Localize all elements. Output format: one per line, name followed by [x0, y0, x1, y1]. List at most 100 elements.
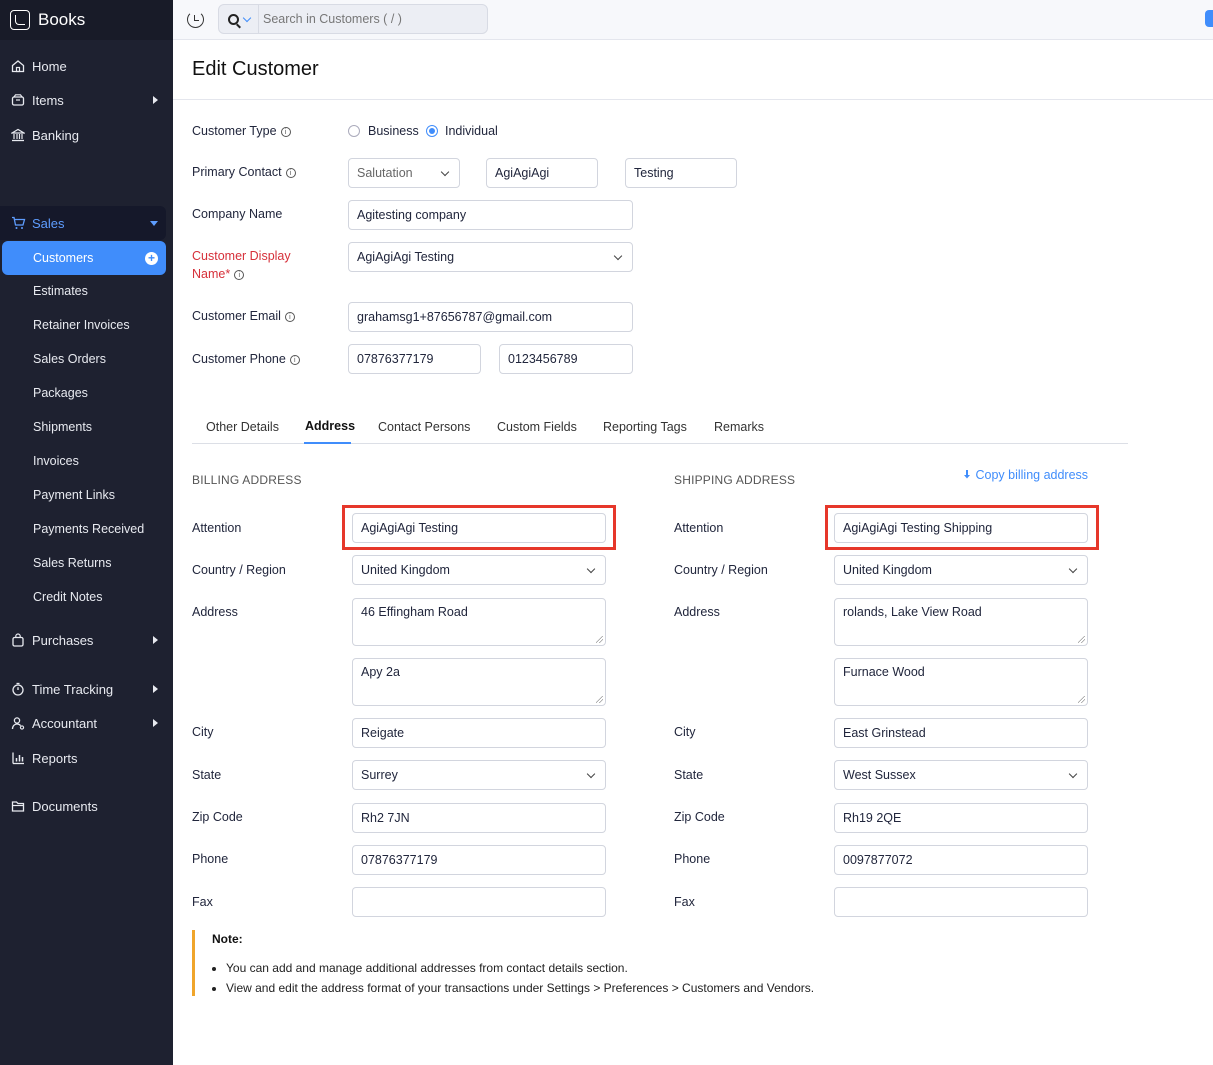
nav-item-purchases[interactable]: Purchases	[0, 623, 173, 657]
sidebar-item-payment-links[interactable]: Payment Links	[0, 478, 166, 512]
sidebar-item-sales-orders[interactable]: Sales Orders	[0, 342, 166, 376]
sidebar-item-label: Estimates	[33, 284, 88, 298]
mobile-phone-field[interactable]: 0123456789	[499, 344, 633, 374]
nav-label-home: Home	[32, 58, 67, 74]
brand-name: Books	[38, 10, 86, 29]
billing-street1-field[interactable]: 46 Effingham Road	[352, 598, 606, 646]
customer-type-label-text: Customer Type	[192, 124, 277, 138]
home-icon	[10, 58, 26, 74]
display-name-label: Customer Display Name* i	[192, 247, 291, 283]
nav-item-banking[interactable]: Banking	[0, 118, 173, 152]
sidebar-item-credit-notes[interactable]: Credit Notes	[0, 580, 166, 614]
billing-city-field[interactable]: Reigate	[352, 718, 606, 748]
shipping-fax-label: Fax	[674, 895, 695, 909]
nav-label-accountant: Accountant	[32, 715, 98, 731]
nav-item-sales[interactable]: Sales	[0, 206, 173, 240]
customer-email-label-text: Customer Email	[192, 309, 281, 323]
billing-phone-field[interactable]: 07876377179	[352, 845, 606, 875]
shipping-street2-field[interactable]: Furnace Wood	[834, 658, 1088, 706]
shipping-zip-field[interactable]: Rh19 2QE	[834, 803, 1088, 833]
nav-label-documents: Documents	[32, 798, 98, 814]
shipping-zip-label: Zip Code	[674, 810, 725, 824]
sidebar: Books Home Items Banking Sales Customers…	[0, 0, 173, 1065]
recent-history-icon[interactable]	[187, 11, 204, 28]
shipping-street1-field[interactable]: rolands, Lake View Road	[834, 598, 1088, 646]
nav-item-accountant[interactable]: Accountant	[0, 706, 173, 740]
sidebar-item-label: Sales Returns	[33, 556, 112, 570]
items-icon	[10, 92, 26, 108]
radio-individual[interactable]	[426, 125, 438, 137]
billing-country-label: Country / Region	[192, 563, 286, 577]
note-title: Note:	[212, 932, 243, 946]
nav-item-documents[interactable]: Documents	[0, 789, 173, 823]
add-customer-icon[interactable]: +	[145, 251, 158, 265]
radio-business[interactable]	[348, 125, 360, 137]
shipping-attention-label: Attention	[674, 521, 724, 535]
billing-address-title: BILLING ADDRESS	[192, 473, 302, 487]
shipping-city-field[interactable]: East Grinstead	[834, 718, 1088, 748]
quick-create-button[interactable]	[1205, 10, 1213, 27]
last-name-field[interactable]: Testing	[625, 158, 737, 188]
nav-item-time-tracking[interactable]: Time Tracking	[0, 672, 173, 706]
info-icon[interactable]: i	[284, 311, 295, 322]
work-phone-field[interactable]: 07876377179	[348, 344, 481, 374]
address-note: Note: You can add and manage additional …	[192, 930, 892, 996]
search-input[interactable]	[259, 12, 479, 26]
display-name-label-text: Name*	[192, 267, 231, 281]
tab-reporting-tags[interactable]: Reporting Tags	[603, 420, 687, 434]
tab-remarks[interactable]: Remarks	[714, 420, 764, 434]
note-list: You can add and manage additional addres…	[226, 961, 814, 1001]
sidebar-item-sales-returns[interactable]: Sales Returns	[0, 546, 166, 580]
sidebar-item-estimates[interactable]: Estimates	[0, 274, 166, 308]
company-name-field[interactable]: Agitesting company	[348, 200, 633, 230]
nav-item-items[interactable]: Items	[0, 83, 173, 117]
billing-street2-field[interactable]: Apy 2a	[352, 658, 606, 706]
sidebar-item-label: Payments Received	[33, 522, 145, 536]
shipping-country-select[interactable]: United Kingdom	[834, 555, 1088, 585]
info-icon[interactable]: i	[285, 167, 296, 178]
sidebar-item-shipments[interactable]: Shipments	[0, 410, 166, 444]
books-logo-icon	[10, 10, 30, 30]
info-icon[interactable]: i	[289, 354, 300, 365]
tab-address[interactable]: Address	[305, 419, 355, 433]
nav-item-reports[interactable]: Reports	[0, 741, 173, 775]
billing-attention-field[interactable]: AgiAgiAgi Testing	[352, 513, 606, 543]
sidebar-item-customers[interactable]: Customers +	[2, 241, 166, 275]
search-scope-button[interactable]	[219, 5, 259, 33]
sidebar-item-payments-received[interactable]: Payments Received	[0, 512, 166, 546]
billing-state-select[interactable]: Surrey	[352, 760, 606, 790]
nav-item-home[interactable]: Home	[0, 49, 173, 83]
shipping-phone-label: Phone	[674, 852, 711, 866]
tab-other-details[interactable]: Other Details	[206, 420, 279, 434]
billing-country-select[interactable]: United Kingdom	[352, 555, 606, 585]
sidebar-item-retainer-invoices[interactable]: Retainer Invoices	[0, 308, 166, 342]
billing-fax-field[interactable]	[352, 887, 606, 917]
shipping-state-select[interactable]: West Sussex	[834, 760, 1088, 790]
first-name-field[interactable]: AgiAgiAgi	[486, 158, 598, 188]
radio-business-label[interactable]: Business	[368, 124, 419, 138]
sidebar-item-invoices[interactable]: Invoices	[0, 444, 166, 478]
customer-email-label: Customer Email i	[192, 309, 295, 323]
billing-zip-field[interactable]: Rh2 7JN	[352, 803, 606, 833]
info-icon[interactable]: i	[234, 269, 245, 280]
shipping-attention-field[interactable]: AgiAgiAgi Testing Shipping	[834, 513, 1088, 543]
nav-label-items: Items	[32, 92, 64, 108]
nav-label-time-tracking: Time Tracking	[32, 681, 114, 697]
brand[interactable]: Books	[0, 0, 173, 40]
email-field[interactable]: grahamsg1+87656787@gmail.com	[348, 302, 633, 332]
display-name-select[interactable]: AgiAgiAgi Testing	[348, 242, 633, 272]
cart-icon	[10, 215, 26, 231]
collapse-caret-icon	[150, 220, 158, 226]
radio-individual-label[interactable]: Individual	[445, 124, 498, 138]
tab-contact-persons[interactable]: Contact Persons	[378, 420, 470, 434]
copy-billing-address-link[interactable]: Copy billing address	[962, 468, 1088, 482]
shipping-fax-field[interactable]	[834, 887, 1088, 917]
sidebar-item-packages[interactable]: Packages	[0, 376, 166, 410]
salutation-select[interactable]: Salutation	[348, 158, 460, 188]
shipping-phone-field[interactable]: 0097877072	[834, 845, 1088, 875]
sidebar-item-label: Payment Links	[33, 488, 115, 502]
tab-custom-fields[interactable]: Custom Fields	[497, 420, 577, 434]
company-name-label: Company Name	[192, 207, 283, 221]
billing-phone-label: Phone	[192, 852, 229, 866]
info-icon[interactable]: i	[280, 126, 291, 137]
